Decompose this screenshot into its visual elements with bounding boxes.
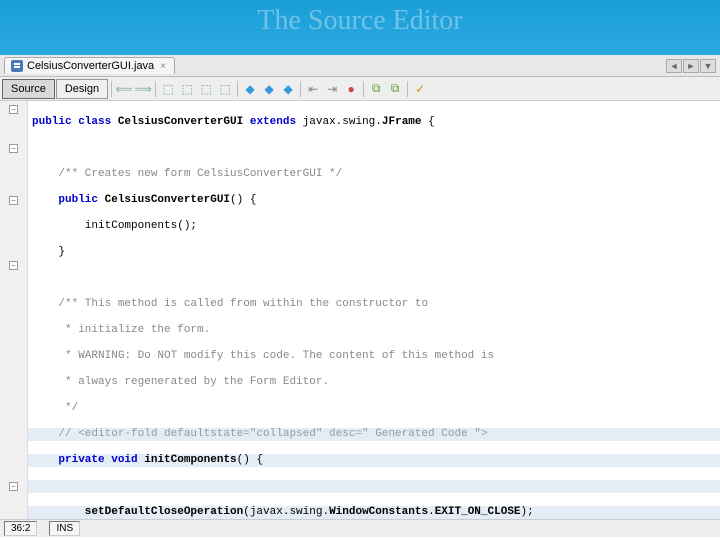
macro-rec-icon[interactable]: ● [342, 80, 360, 98]
code-content[interactable]: public class CelsiusConverterGUI extends… [28, 101, 720, 519]
status-bar: 36:2 INS [0, 519, 720, 537]
cursor-position: 36:2 [4, 521, 37, 536]
separator [237, 81, 238, 97]
prev-bookmark-icon[interactable]: ◆ [241, 80, 259, 98]
java-file-icon [11, 60, 23, 72]
toggle-bookmark-icon[interactable]: ◆ [279, 80, 297, 98]
nav-left-button[interactable]: ◄ [666, 59, 682, 73]
nav-right-button[interactable]: ► [683, 59, 699, 73]
separator [407, 81, 408, 97]
fold-icon[interactable]: − [9, 105, 18, 114]
file-tab-label: CelsiusConverterGUI.java [27, 60, 154, 72]
shift-left-icon[interactable]: ⇤ [304, 80, 322, 98]
file-tab[interactable]: CelsiusConverterGUI.java × [4, 57, 175, 74]
separator [111, 81, 112, 97]
history-fwd-icon[interactable]: ⟹ [134, 80, 152, 98]
separator [363, 81, 364, 97]
next-bookmark-icon[interactable]: ◆ [260, 80, 278, 98]
file-tab-bar: CelsiusConverterGUI.java × ◄ ► ▼ [0, 55, 720, 77]
editor-toolbar: Source Design ⟸ ⟹ ⬚ ⬚ ⬚ ⬚ ◆ ◆ ◆ ⇤ ⇥ ● ⧉ … [0, 77, 720, 101]
gutter: − − − − − − [0, 101, 28, 519]
insert-mode: INS [49, 521, 80, 536]
slide-banner: The Source Editor [0, 0, 720, 55]
fold-icon[interactable]: − [9, 261, 18, 270]
nav-down-button[interactable]: ▼ [700, 59, 716, 73]
find-prev-icon[interactable]: ⬚ [178, 80, 196, 98]
separator [300, 81, 301, 97]
source-view-button[interactable]: Source [2, 79, 55, 99]
separator [155, 81, 156, 97]
comment-icon[interactable]: ⧉ [367, 80, 385, 98]
check-xml-icon[interactable]: ✓ [411, 80, 429, 98]
uncomment-icon[interactable]: ⧉ [386, 80, 404, 98]
slide-title: The Source Editor [0, 0, 720, 37]
code-editor[interactable]: − − − − − − public class CelsiusConvert [0, 101, 720, 519]
design-view-button[interactable]: Design [56, 79, 108, 99]
fold-icon[interactable]: − [9, 196, 18, 205]
fold-icon[interactable]: − [9, 482, 18, 491]
toggle-highlight-icon[interactable]: ⬚ [216, 80, 234, 98]
shift-right-icon[interactable]: ⇥ [323, 80, 341, 98]
history-back-icon[interactable]: ⟸ [115, 80, 133, 98]
find-selection-icon[interactable]: ⬚ [159, 80, 177, 98]
tab-nav: ◄ ► ▼ [666, 59, 716, 73]
find-next-icon[interactable]: ⬚ [197, 80, 215, 98]
close-icon[interactable]: × [158, 61, 168, 72]
fold-icon[interactable]: − [9, 144, 18, 153]
